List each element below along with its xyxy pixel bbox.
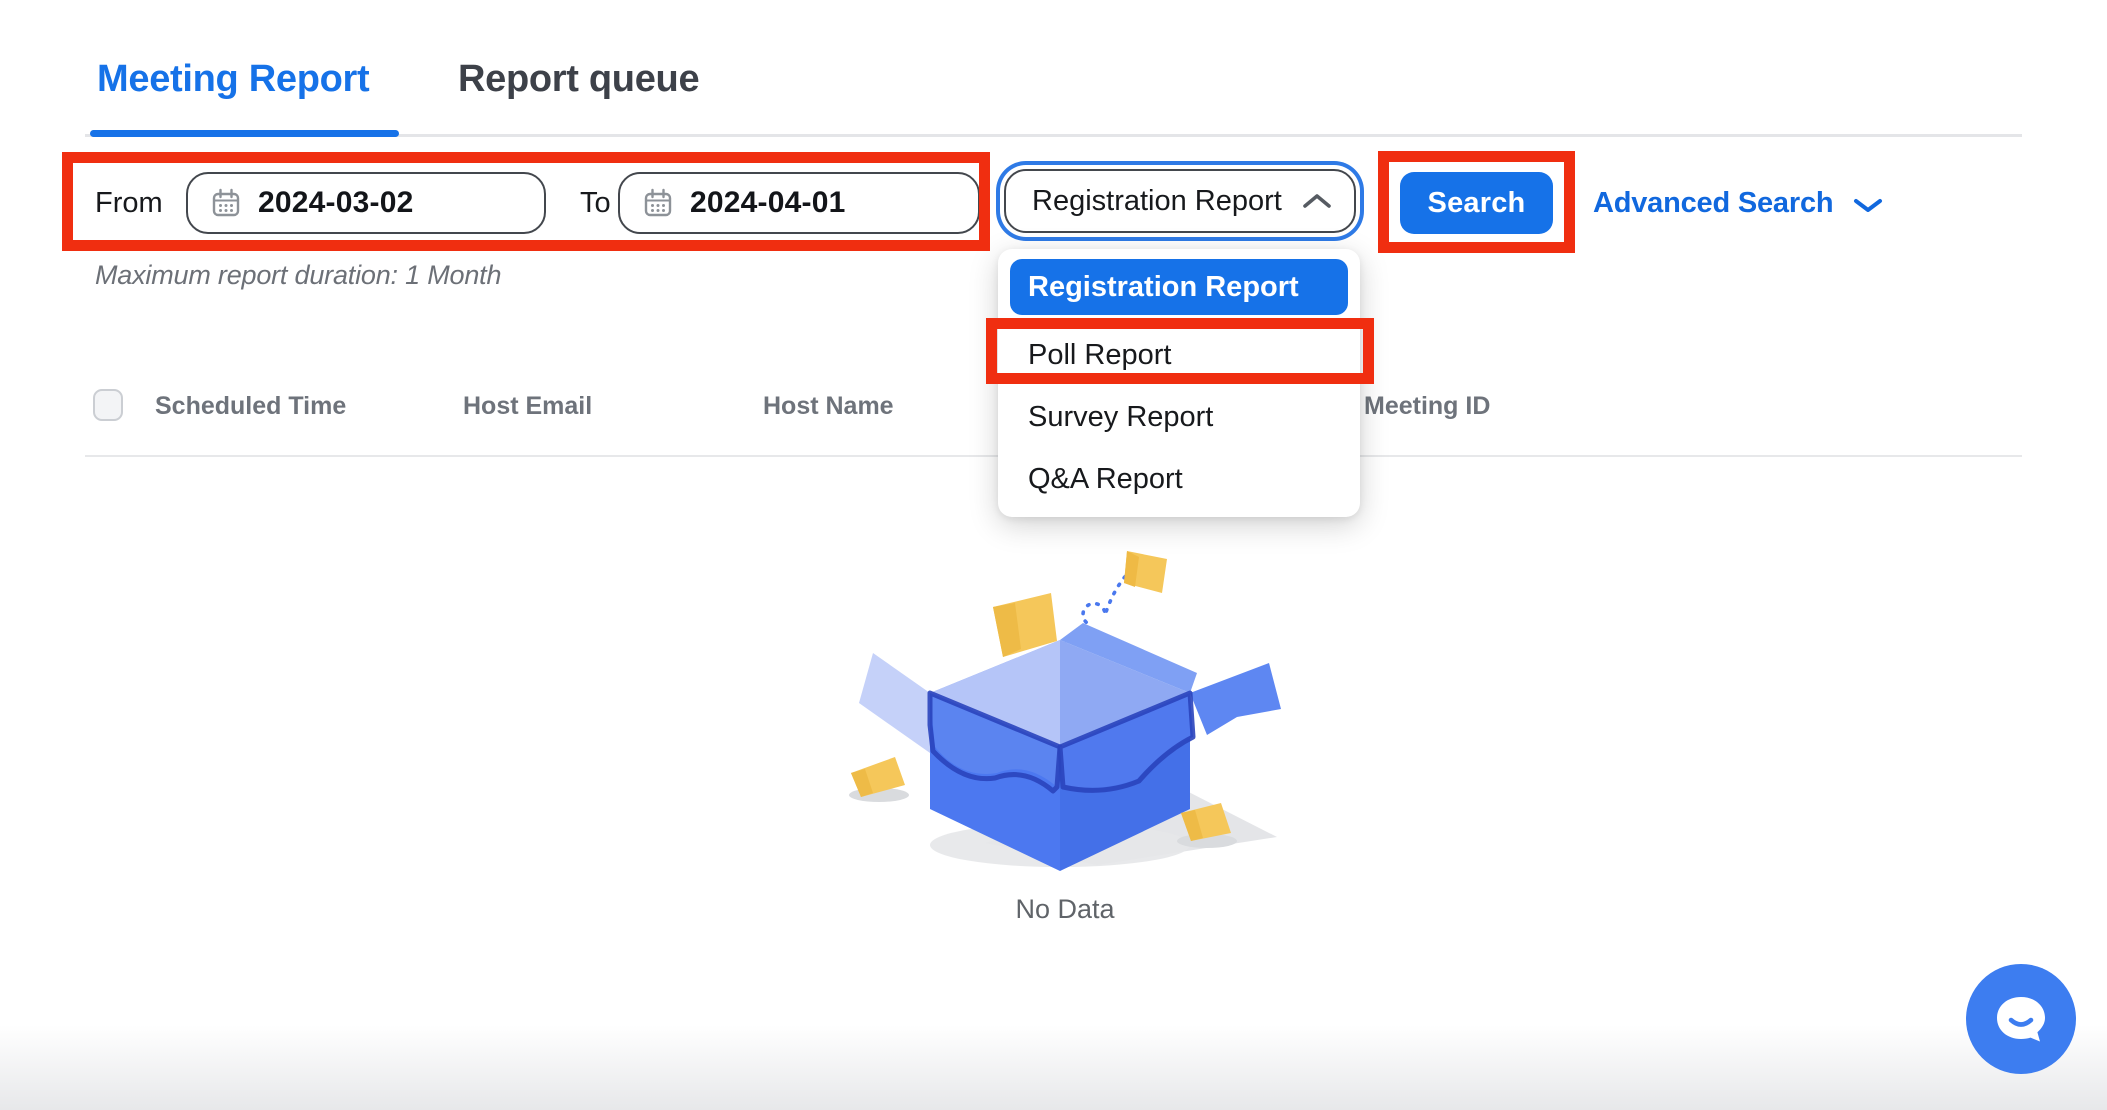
report-type-select[interactable]: Registration Report — [1004, 169, 1356, 233]
calendar-icon — [642, 187, 674, 219]
from-date-value: 2024-03-02 — [258, 186, 413, 220]
column-header-meeting-id: Meeting ID — [1364, 392, 1490, 421]
open-box-illustration — [845, 545, 1285, 875]
max-duration-note: Maximum report duration: 1 Month — [95, 260, 501, 291]
calendar-icon — [210, 187, 242, 219]
option-poll-report[interactable]: Poll Report — [998, 327, 1360, 383]
chevron-down-icon — [1853, 197, 1883, 215]
chevron-up-icon — [1302, 192, 1332, 210]
column-header-host-name: Host Name — [763, 392, 894, 421]
option-registration-report[interactable]: Registration Report — [1010, 259, 1348, 315]
to-label: To — [580, 172, 611, 234]
active-tab-underline — [90, 130, 399, 137]
advanced-search-link[interactable]: Advanced Search — [1593, 172, 1883, 234]
no-data-label: No Data — [845, 894, 1285, 925]
chat-bubble-icon — [1989, 987, 2053, 1051]
tab-report-queue[interactable]: Report queue — [458, 58, 699, 101]
select-all-checkbox[interactable] — [93, 389, 123, 421]
column-header-host-email: Host Email — [463, 392, 592, 421]
search-button[interactable]: Search — [1400, 172, 1553, 234]
report-type-selected-value: Registration Report — [1032, 185, 1282, 218]
option-survey-report[interactable]: Survey Report — [998, 389, 1360, 445]
column-header-scheduled-time: Scheduled Time — [155, 392, 346, 421]
meeting-report-page: Meeting Report Report queue From 2024-03… — [0, 0, 2107, 1110]
to-date-input[interactable]: 2024-04-01 — [618, 172, 980, 234]
bottom-fade — [0, 1025, 2107, 1110]
advanced-search-label: Advanced Search — [1593, 187, 1833, 220]
to-date-value: 2024-04-01 — [690, 186, 845, 220]
from-date-input[interactable]: 2024-03-02 — [186, 172, 546, 234]
chat-fab-button[interactable] — [1966, 964, 2076, 1074]
empty-state: No Data — [845, 545, 1285, 925]
tab-meeting-report[interactable]: Meeting Report — [97, 58, 369, 101]
option-qa-report[interactable]: Q&A Report — [998, 451, 1360, 507]
report-type-dropdown-menu: Registration Report Poll Report Survey R… — [998, 249, 1360, 517]
from-label: From — [95, 172, 163, 234]
